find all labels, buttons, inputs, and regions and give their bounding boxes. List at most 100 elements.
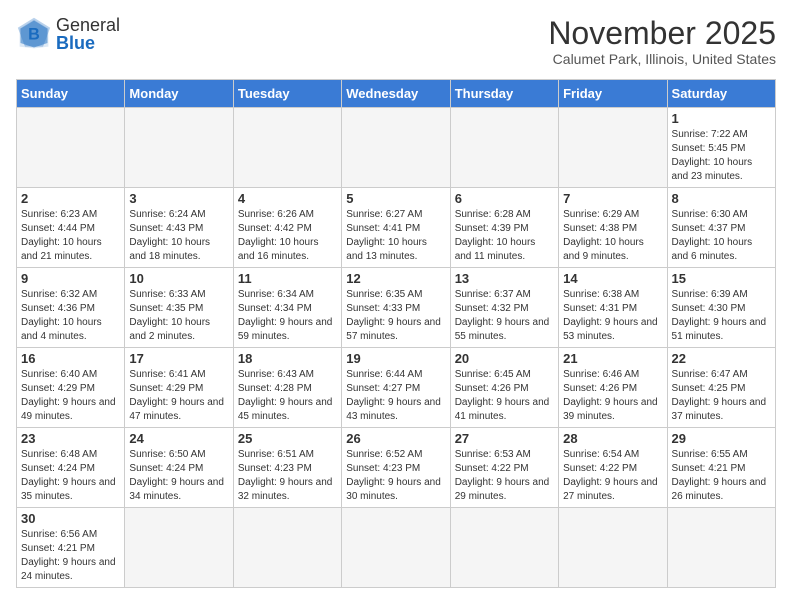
- day-info: Sunrise: 6:39 AM Sunset: 4:30 PM Dayligh…: [672, 288, 771, 344]
- day-info: Sunrise: 6:32 AM Sunset: 4:36 PM Dayligh…: [21, 288, 120, 344]
- logo-text: General Blue: [56, 16, 120, 52]
- calendar-week-4: 16 Sunrise: 6:40 AM Sunset: 4:29 PM Dayli…: [17, 348, 776, 428]
- calendar-week-5: 23Sunrise: 6:48 AM Sunset: 4:24 PM Dayli…: [17, 428, 776, 508]
- day-number: 17: [129, 351, 228, 366]
- day-info: Sunrise: 6:44 AM Sunset: 4:27 PM Dayligh…: [346, 368, 445, 424]
- day-number: 28: [563, 431, 662, 446]
- calendar-day-cell: 2 Sunrise: 6:23 AM Sunset: 4:44 PM Daylig…: [17, 188, 125, 268]
- day-number: 8: [672, 191, 771, 206]
- weekday-header-wednesday: Wednesday: [342, 80, 450, 108]
- day-info: Sunrise: 6:50 AM Sunset: 4:24 PM Dayligh…: [129, 448, 228, 504]
- day-info: Sunrise: 7:22 AM Sunset: 5:45 PM Dayligh…: [672, 128, 771, 184]
- calendar-day-cell: [450, 108, 558, 188]
- weekday-header-thursday: Thursday: [450, 80, 558, 108]
- month-year-title: November 2025: [548, 16, 776, 51]
- day-number: 19: [346, 351, 445, 366]
- day-number: 26: [346, 431, 445, 446]
- svg-text:B: B: [28, 25, 40, 43]
- day-number: 18: [238, 351, 337, 366]
- day-number: 5: [346, 191, 445, 206]
- day-number: 3: [129, 191, 228, 206]
- calendar-week-3: 9 Sunrise: 6:32 AM Sunset: 4:36 PM Daylig…: [17, 268, 776, 348]
- day-info: Sunrise: 6:54 AM Sunset: 4:22 PM Dayligh…: [563, 448, 662, 504]
- day-info: Sunrise: 6:45 AM Sunset: 4:26 PM Dayligh…: [455, 368, 554, 424]
- calendar-day-cell: 21Sunrise: 6:46 AM Sunset: 4:26 PM Dayli…: [559, 348, 667, 428]
- day-number: 21: [563, 351, 662, 366]
- day-number: 13: [455, 271, 554, 286]
- calendar-day-cell: 7 Sunrise: 6:29 AM Sunset: 4:38 PM Daylig…: [559, 188, 667, 268]
- calendar-week-2: 2 Sunrise: 6:23 AM Sunset: 4:44 PM Daylig…: [17, 188, 776, 268]
- day-info: Sunrise: 6:55 AM Sunset: 4:21 PM Dayligh…: [672, 448, 771, 504]
- weekday-header-friday: Friday: [559, 80, 667, 108]
- calendar-table: SundayMondayTuesdayWednesdayThursdayFrid…: [16, 79, 776, 588]
- calendar-day-cell: [559, 108, 667, 188]
- calendar-day-cell: 18Sunrise: 6:43 AM Sunset: 4:28 PM Dayli…: [233, 348, 341, 428]
- calendar-day-cell: 25 Sunrise: 6:51 AM Sunset: 4:23 PM Dayli…: [233, 428, 341, 508]
- logo: B General Blue: [16, 16, 120, 52]
- calendar-day-cell: 4 Sunrise: 6:26 AM Sunset: 4:42 PM Daylig…: [233, 188, 341, 268]
- day-number: 4: [238, 191, 337, 206]
- calendar-day-cell: 8 Sunrise: 6:30 AM Sunset: 4:37 PM Daylig…: [667, 188, 775, 268]
- weekday-header-sunday: Sunday: [17, 80, 125, 108]
- calendar-day-cell: [667, 508, 775, 588]
- day-info: Sunrise: 6:48 AM Sunset: 4:24 PM Dayligh…: [21, 448, 120, 504]
- day-info: Sunrise: 6:30 AM Sunset: 4:37 PM Dayligh…: [672, 208, 771, 264]
- weekday-header-row: SundayMondayTuesdayWednesdayThursdayFrid…: [17, 80, 776, 108]
- day-number: 6: [455, 191, 554, 206]
- day-number: 15: [672, 271, 771, 286]
- day-info: Sunrise: 6:40 AM Sunset: 4:29 PM Dayligh…: [21, 368, 120, 424]
- calendar-day-cell: 20 Sunrise: 6:45 AM Sunset: 4:26 PM Dayli…: [450, 348, 558, 428]
- day-number: 20: [455, 351, 554, 366]
- day-info: Sunrise: 6:23 AM Sunset: 4:44 PM Dayligh…: [21, 208, 120, 264]
- day-info: Sunrise: 6:38 AM Sunset: 4:31 PM Dayligh…: [563, 288, 662, 344]
- calendar-day-cell: 13 Sunrise: 6:37 AM Sunset: 4:32 PM Dayli…: [450, 268, 558, 348]
- calendar-day-cell: 29Sunrise: 6:55 AM Sunset: 4:21 PM Dayli…: [667, 428, 775, 508]
- day-number: 30: [21, 511, 120, 526]
- calendar-day-cell: 11 Sunrise: 6:34 AM Sunset: 4:34 PM Dayli…: [233, 268, 341, 348]
- calendar-day-cell: 9 Sunrise: 6:32 AM Sunset: 4:36 PM Daylig…: [17, 268, 125, 348]
- title-block: November 2025 Calumet Park, Illinois, Un…: [548, 16, 776, 67]
- weekday-header-monday: Monday: [125, 80, 233, 108]
- calendar-day-cell: 5Sunrise: 6:27 AM Sunset: 4:41 PM Daylig…: [342, 188, 450, 268]
- calendar-day-cell: 27Sunrise: 6:53 AM Sunset: 4:22 PM Dayli…: [450, 428, 558, 508]
- calendar-day-cell: [233, 508, 341, 588]
- calendar-day-cell: 28 Sunrise: 6:54 AM Sunset: 4:22 PM Dayli…: [559, 428, 667, 508]
- calendar-day-cell: [233, 108, 341, 188]
- day-number: 9: [21, 271, 120, 286]
- day-number: 22: [672, 351, 771, 366]
- day-info: Sunrise: 6:29 AM Sunset: 4:38 PM Dayligh…: [563, 208, 662, 264]
- day-info: Sunrise: 6:34 AM Sunset: 4:34 PM Dayligh…: [238, 288, 337, 344]
- day-number: 24: [129, 431, 228, 446]
- day-number: 16: [21, 351, 120, 366]
- day-info: Sunrise: 6:47 AM Sunset: 4:25 PM Dayligh…: [672, 368, 771, 424]
- weekday-header-saturday: Saturday: [667, 80, 775, 108]
- calendar-day-cell: [17, 108, 125, 188]
- calendar-day-cell: 16 Sunrise: 6:40 AM Sunset: 4:29 PM Dayli…: [17, 348, 125, 428]
- day-number: 25: [238, 431, 337, 446]
- day-info: Sunrise: 6:28 AM Sunset: 4:39 PM Dayligh…: [455, 208, 554, 264]
- day-number: 11: [238, 271, 337, 286]
- day-info: Sunrise: 6:37 AM Sunset: 4:32 PM Dayligh…: [455, 288, 554, 344]
- day-info: Sunrise: 6:35 AM Sunset: 4:33 PM Dayligh…: [346, 288, 445, 344]
- day-number: 27: [455, 431, 554, 446]
- weekday-header-tuesday: Tuesday: [233, 80, 341, 108]
- calendar-day-cell: 22 Sunrise: 6:47 AM Sunset: 4:25 PM Dayli…: [667, 348, 775, 428]
- day-info: Sunrise: 6:51 AM Sunset: 4:23 PM Dayligh…: [238, 448, 337, 504]
- day-number: 14: [563, 271, 662, 286]
- calendar-day-cell: 23Sunrise: 6:48 AM Sunset: 4:24 PM Dayli…: [17, 428, 125, 508]
- day-info: Sunrise: 6:52 AM Sunset: 4:23 PM Dayligh…: [346, 448, 445, 504]
- calendar-day-cell: 3Sunrise: 6:24 AM Sunset: 4:43 PM Daylig…: [125, 188, 233, 268]
- generalblue-logo-icon: B: [16, 16, 52, 52]
- day-number: 10: [129, 271, 228, 286]
- calendar-day-cell: 24 Sunrise: 6:50 AM Sunset: 4:24 PM Dayli…: [125, 428, 233, 508]
- day-number: 12: [346, 271, 445, 286]
- calendar-day-cell: [342, 508, 450, 588]
- day-number: 7: [563, 191, 662, 206]
- day-info: Sunrise: 6:26 AM Sunset: 4:42 PM Dayligh…: [238, 208, 337, 264]
- day-info: Sunrise: 6:41 AM Sunset: 4:29 PM Dayligh…: [129, 368, 228, 424]
- calendar-day-cell: [342, 108, 450, 188]
- day-number: 2: [21, 191, 120, 206]
- page-header: B General Blue November 2025 Calumet Par…: [16, 16, 776, 67]
- calendar-week-6: 30Sunrise: 6:56 AM Sunset: 4:21 PM Dayli…: [17, 508, 776, 588]
- calendar-day-cell: 1Sunrise: 7:22 AM Sunset: 5:45 PM Daylig…: [667, 108, 775, 188]
